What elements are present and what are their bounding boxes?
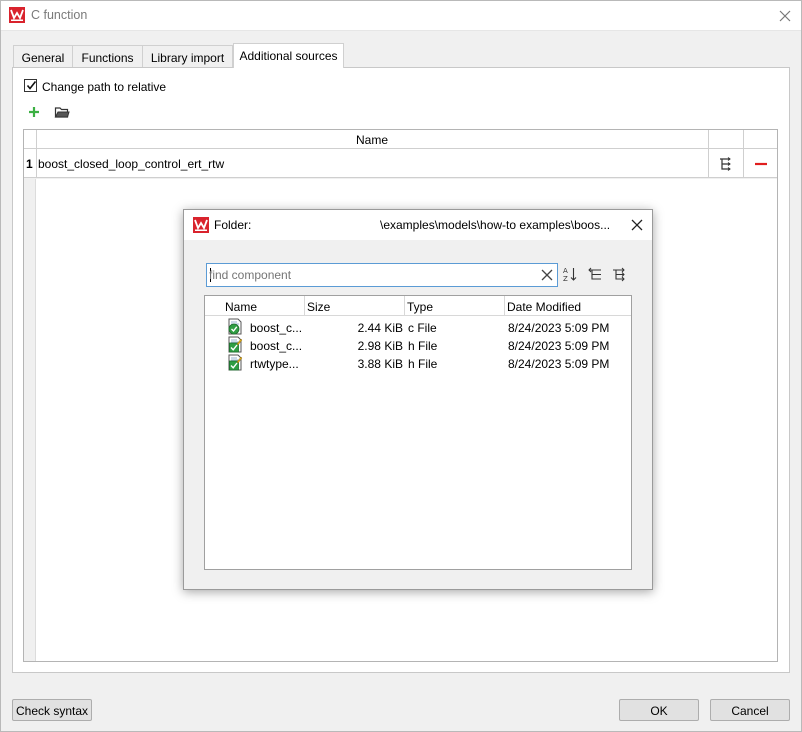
size-column-header[interactable]: Size [307,300,330,314]
app-logo-icon [9,7,25,23]
search-field[interactable] [206,263,558,287]
checkmark-icon [26,81,37,90]
tab-label: Additional sources [239,49,338,63]
file-date: 8/24/2023 5:09 PM [508,339,610,353]
file-type: c File [408,321,437,335]
svg-text:A: A [563,267,568,275]
button-label: OK [650,704,668,718]
file-row[interactable]: boost_c... 2.44 KiB c File 8/24/2023 5:0… [205,318,631,336]
file-type: h File [408,339,438,353]
tab-label: General [21,51,65,65]
tab-additional-sources[interactable]: Additional sources [233,43,344,68]
file-date: 8/24/2023 5:09 PM [508,321,610,335]
expand-tree-icon[interactable] [611,266,627,282]
file-size: 2.44 KiB [357,321,403,335]
folder-open-icon[interactable] [54,104,70,120]
c-file-icon [228,318,242,335]
file-date: 8/24/2023 5:09 PM [508,357,610,371]
tab-functions[interactable]: Functions [72,45,143,67]
h-file-icon [228,336,243,353]
tab-library-import[interactable]: Library import [142,45,233,67]
svg-text:Z: Z [563,275,568,282]
row-index: 1 [26,157,33,171]
tab-label: Functions [81,51,134,65]
close-icon[interactable] [629,217,645,233]
file-list-header: Name Size Type Date Modified [205,296,631,316]
hierarchy-icon[interactable] [717,156,733,172]
file-list: Name Size Type Date Modified boost_c... … [204,295,632,570]
close-icon[interactable] [776,7,794,25]
button-label: Check syntax [15,704,89,718]
minus-icon[interactable] [753,156,769,172]
file-row[interactable]: boost_c... 2.98 KiB h File 8/24/2023 5:0… [205,336,631,354]
table-row[interactable]: 1 boost_closed_loop_control_ert_rtw [24,149,777,178]
file-name: boost_c... [250,339,303,353]
table-header: Name [24,130,777,149]
clear-icon[interactable] [540,268,554,282]
cancel-button[interactable]: Cancel [710,699,790,721]
file-name: boost_c... [250,321,303,335]
file-type: h File [408,357,438,371]
app-logo-icon [193,217,209,233]
plus-icon[interactable] [26,104,42,120]
tab-general[interactable]: General [13,45,73,67]
name-column-header[interactable]: Name [36,133,708,147]
date-column-header[interactable]: Date Modified [507,300,581,314]
check-syntax-button[interactable]: Check syntax [12,699,92,721]
search-input[interactable] [209,267,529,283]
name-column-header[interactable]: Name [225,300,257,314]
row-name[interactable]: boost_closed_loop_control_ert_rtw [38,157,224,171]
file-size: 3.88 KiB [357,357,403,371]
change-path-checkbox[interactable] [24,79,37,92]
ok-button[interactable]: OK [619,699,699,721]
tab-label: Library import [150,51,225,65]
window-title: C function [31,8,88,22]
file-size: 2.98 KiB [357,339,403,353]
folder-dialog: Folder: \examples\models\how-to examples… [183,209,653,590]
file-row[interactable]: rtwtype... 3.88 KiB h File 8/24/2023 5:0… [205,354,631,372]
title-bar: C function [0,0,802,31]
type-column-header[interactable]: Type [407,300,433,314]
button-label: Cancel [731,704,769,718]
sort-az-icon[interactable]: A Z [562,266,578,282]
file-name: rtwtype... [250,357,299,371]
dialog-title-bar: Folder: \examples\models\how-to examples… [184,210,652,240]
change-path-label: Change path to relative [42,80,167,94]
folder-path: \examples\models\how-to examples\boos... [380,218,611,232]
folder-label: Folder: [214,218,252,232]
collapse-tree-icon[interactable] [587,266,603,282]
h-file-icon [228,354,243,371]
